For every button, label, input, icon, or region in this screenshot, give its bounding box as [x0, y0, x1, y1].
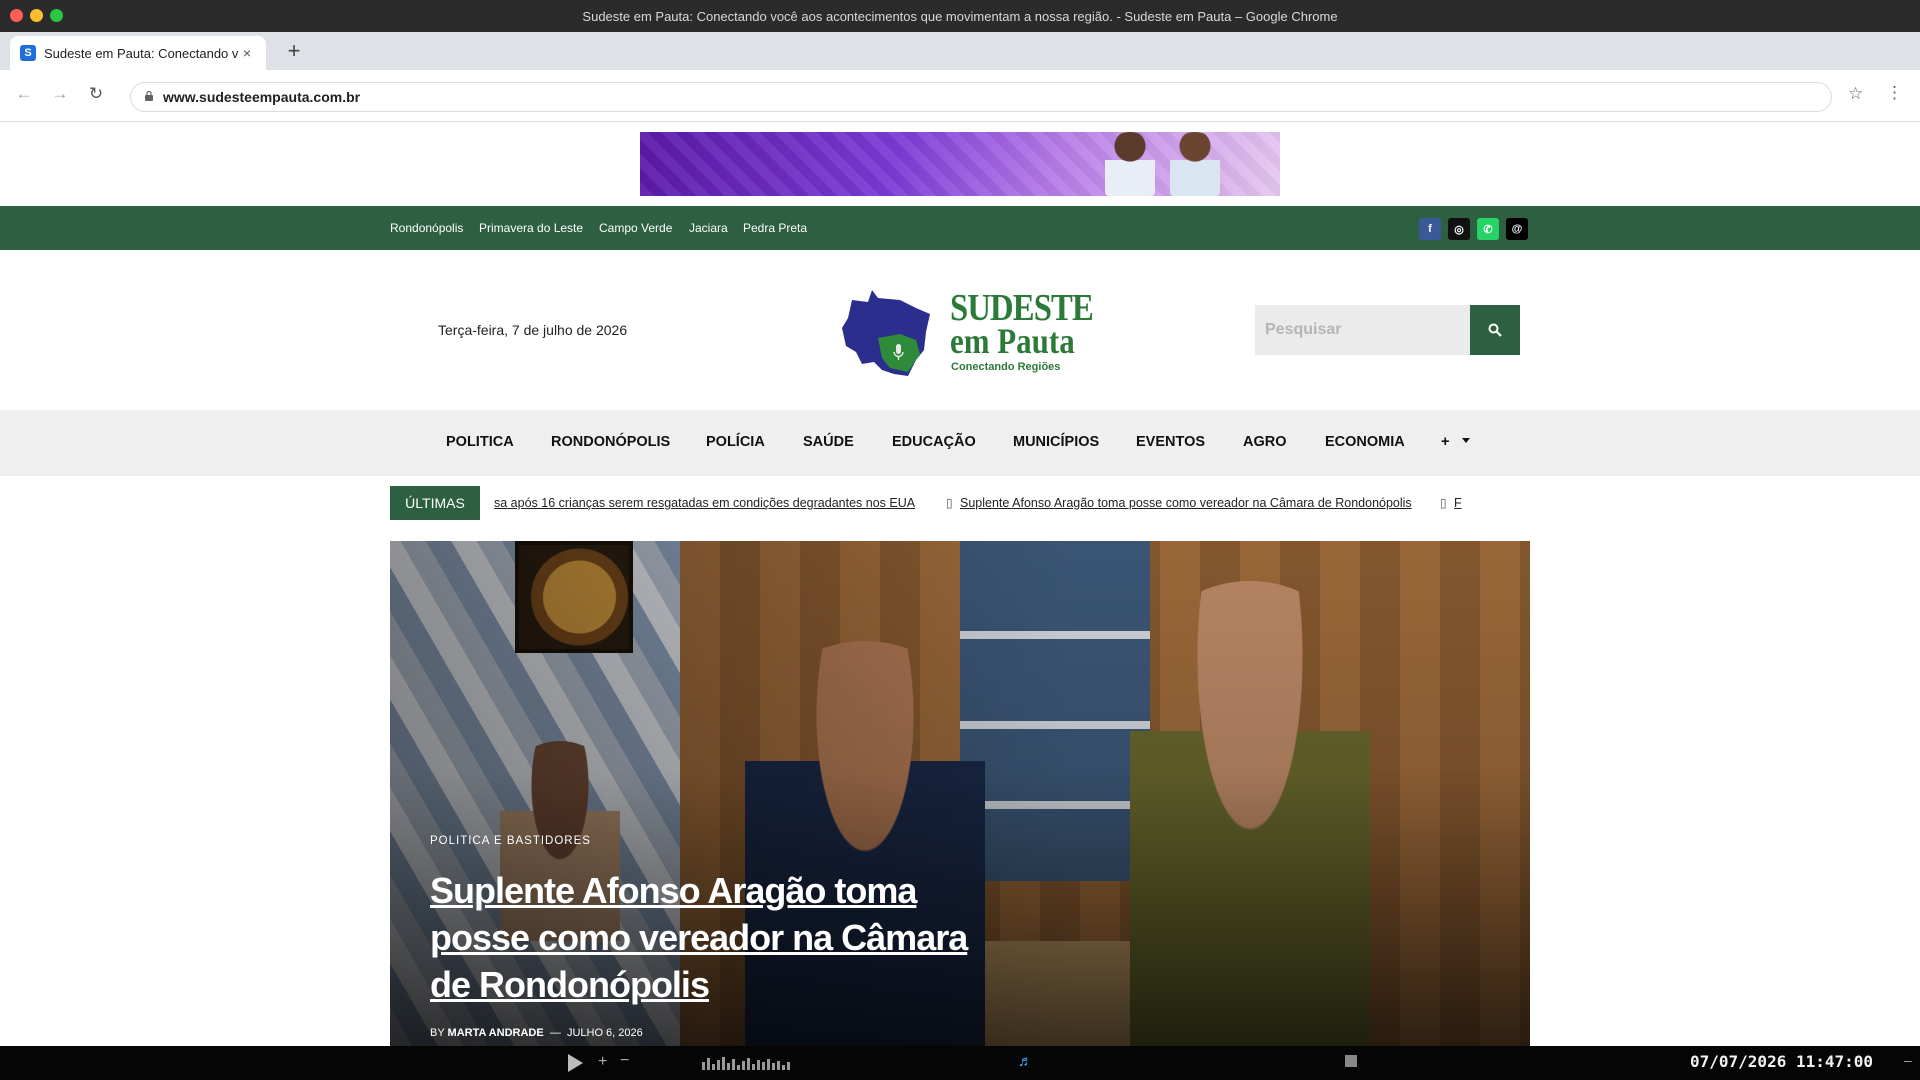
ticker-bullet-icon: ▯	[946, 496, 953, 510]
nav-item-economia[interactable]: ECONOMIA	[1325, 434, 1405, 450]
ticker-item[interactable]: sa após 16 crianças serem resgatadas em …	[494, 496, 915, 510]
new-tab-button[interactable]: +	[282, 40, 306, 62]
browser-toolbar: ← → ↻ www.sudesteempauta.com.br ☆ ⋮	[0, 70, 1920, 122]
nav-item-politica[interactable]: POLITICA	[446, 434, 514, 450]
ticker-bullet-icon: ▯	[1440, 496, 1447, 510]
meta-separator: —	[549, 1027, 561, 1039]
volume-up-icon[interactable]: +	[598, 1053, 607, 1071]
city-link-jaciara[interactable]: Jaciara	[689, 221, 728, 235]
city-link-pedra-preta[interactable]: Pedra Preta	[743, 221, 807, 235]
reload-button[interactable]: ↻	[84, 84, 108, 104]
nav-item-policia[interactable]: POLÍCIA	[706, 434, 765, 450]
system-taskbar: + − ♬ 07/07/2026 11:47:00 –	[0, 1046, 1920, 1080]
ticker-item[interactable]: F	[1454, 496, 1462, 510]
bookmark-star-icon[interactable]: ☆	[1848, 84, 1863, 104]
nav-item-agro[interactable]: AGRO	[1243, 434, 1287, 450]
header-date: Terça-feira, 7 de julho de 2026	[438, 322, 628, 338]
music-note-icon[interactable]: ♬	[1018, 1053, 1033, 1070]
news-ticker: ÚLTIMAS sa após 16 crianças serem resgat…	[390, 486, 1530, 520]
site-logo[interactable]: SUDESTE em Pauta Conectando Regiões	[838, 286, 1094, 376]
chevron-down-icon[interactable]	[1462, 438, 1470, 443]
city-link-primavera-do-leste[interactable]: Primavera do Leste	[479, 221, 583, 235]
search-input[interactable]	[1255, 305, 1470, 355]
tab-close-icon[interactable]: ×	[238, 45, 256, 61]
browser-tab-active[interactable]: S Sudeste em Pauta: Conectando v... ×	[10, 36, 266, 70]
minimize-window-button[interactable]	[30, 9, 43, 22]
article-category[interactable]: POLITICA E BASTIDORES	[430, 835, 591, 847]
hero-article[interactable]: POLITICA E BASTIDORES Suplente Afonso Ar…	[390, 541, 1530, 1051]
facebook-icon[interactable]: f	[1419, 218, 1441, 240]
tray-dash: –	[1904, 1052, 1912, 1068]
logo-title-line2: em Pauta	[950, 321, 1075, 361]
browser-menu-icon[interactable]: ⋮	[1886, 83, 1903, 103]
site-favicon-icon: S	[20, 45, 36, 61]
search-button[interactable]	[1470, 305, 1520, 355]
whatsapp-icon[interactable]: ✆	[1477, 218, 1499, 240]
window-titlebar: Sudeste em Pauta: Conectando você aos ac…	[0, 0, 1920, 32]
byline-prefix: BY	[430, 1027, 445, 1039]
tab-title: Sudeste em Pauta: Conectando v...	[44, 45, 238, 61]
address-bar[interactable]: www.sudesteempauta.com.br	[130, 82, 1832, 112]
ad-person-image	[1170, 132, 1220, 196]
volume-down-icon[interactable]: −	[620, 1052, 629, 1070]
back-button[interactable]: ←	[12, 84, 36, 104]
maximize-window-button[interactable]	[50, 9, 63, 22]
nav-item-saude[interactable]: SAÚDE	[803, 434, 854, 450]
city-link-campo-verde[interactable]: Campo Verde	[599, 221, 672, 235]
ticker-item[interactable]: Suplente Afonso Aragão toma posse como v…	[960, 496, 1412, 510]
top-city-bar: Rondonópolis Primavera do Leste Campo Ve…	[0, 206, 1920, 250]
address-url: www.sudesteempauta.com.br	[163, 89, 361, 105]
nav-item-rondonopolis[interactable]: RONDONÓPOLIS	[551, 434, 670, 450]
window-square-icon[interactable]	[1345, 1055, 1357, 1067]
ticker-label: ÚLTIMAS	[390, 486, 480, 520]
article-author[interactable]: MARTA ANDRADE	[448, 1027, 544, 1039]
window-controls	[10, 9, 63, 22]
article-title-link[interactable]: Suplente Afonso Aragão toma posse como v…	[430, 867, 990, 1008]
nav-item-eventos[interactable]: EVENTOS	[1136, 434, 1205, 450]
advertisement-banner[interactable]	[640, 132, 1280, 196]
ad-person-image	[1105, 132, 1155, 196]
city-link-rondonopolis[interactable]: Rondonópolis	[390, 221, 463, 235]
ticker-track: sa após 16 crianças serem resgatadas em …	[494, 486, 1494, 520]
instagram-icon[interactable]: ◎	[1448, 218, 1470, 240]
system-clock: 07/07/2026 11:47:00	[1690, 1052, 1874, 1071]
forward-button[interactable]: →	[48, 84, 72, 104]
nav-item-educacao[interactable]: EDUCAÇÃO	[892, 434, 976, 450]
site-info-icon[interactable]	[145, 90, 153, 104]
equalizer-icon	[702, 1056, 790, 1070]
mato-grosso-map-icon	[842, 290, 930, 376]
logo-tagline: Conectando Regiões	[951, 361, 1061, 373]
threads-icon[interactable]: @	[1506, 218, 1528, 240]
article-meta: BY MARTA ANDRADE — JULHO 6, 2026	[430, 1027, 643, 1039]
tab-strip: S Sudeste em Pauta: Conectando v... × +	[0, 32, 1920, 70]
play-icon[interactable]	[568, 1054, 583, 1072]
search-icon	[1488, 323, 1502, 337]
nav-more-button[interactable]: +	[1441, 434, 1449, 450]
article-date: JULHO 6, 2026	[566, 1027, 643, 1039]
nav-item-municipios[interactable]: MUNICÍPIOS	[1013, 434, 1099, 450]
close-window-button[interactable]	[10, 9, 23, 22]
main-navigation: POLITICA RONDONÓPOLIS POLÍCIA SAÚDE EDUC…	[0, 410, 1920, 476]
window-title: Sudeste em Pauta: Conectando você aos ac…	[582, 8, 1338, 24]
